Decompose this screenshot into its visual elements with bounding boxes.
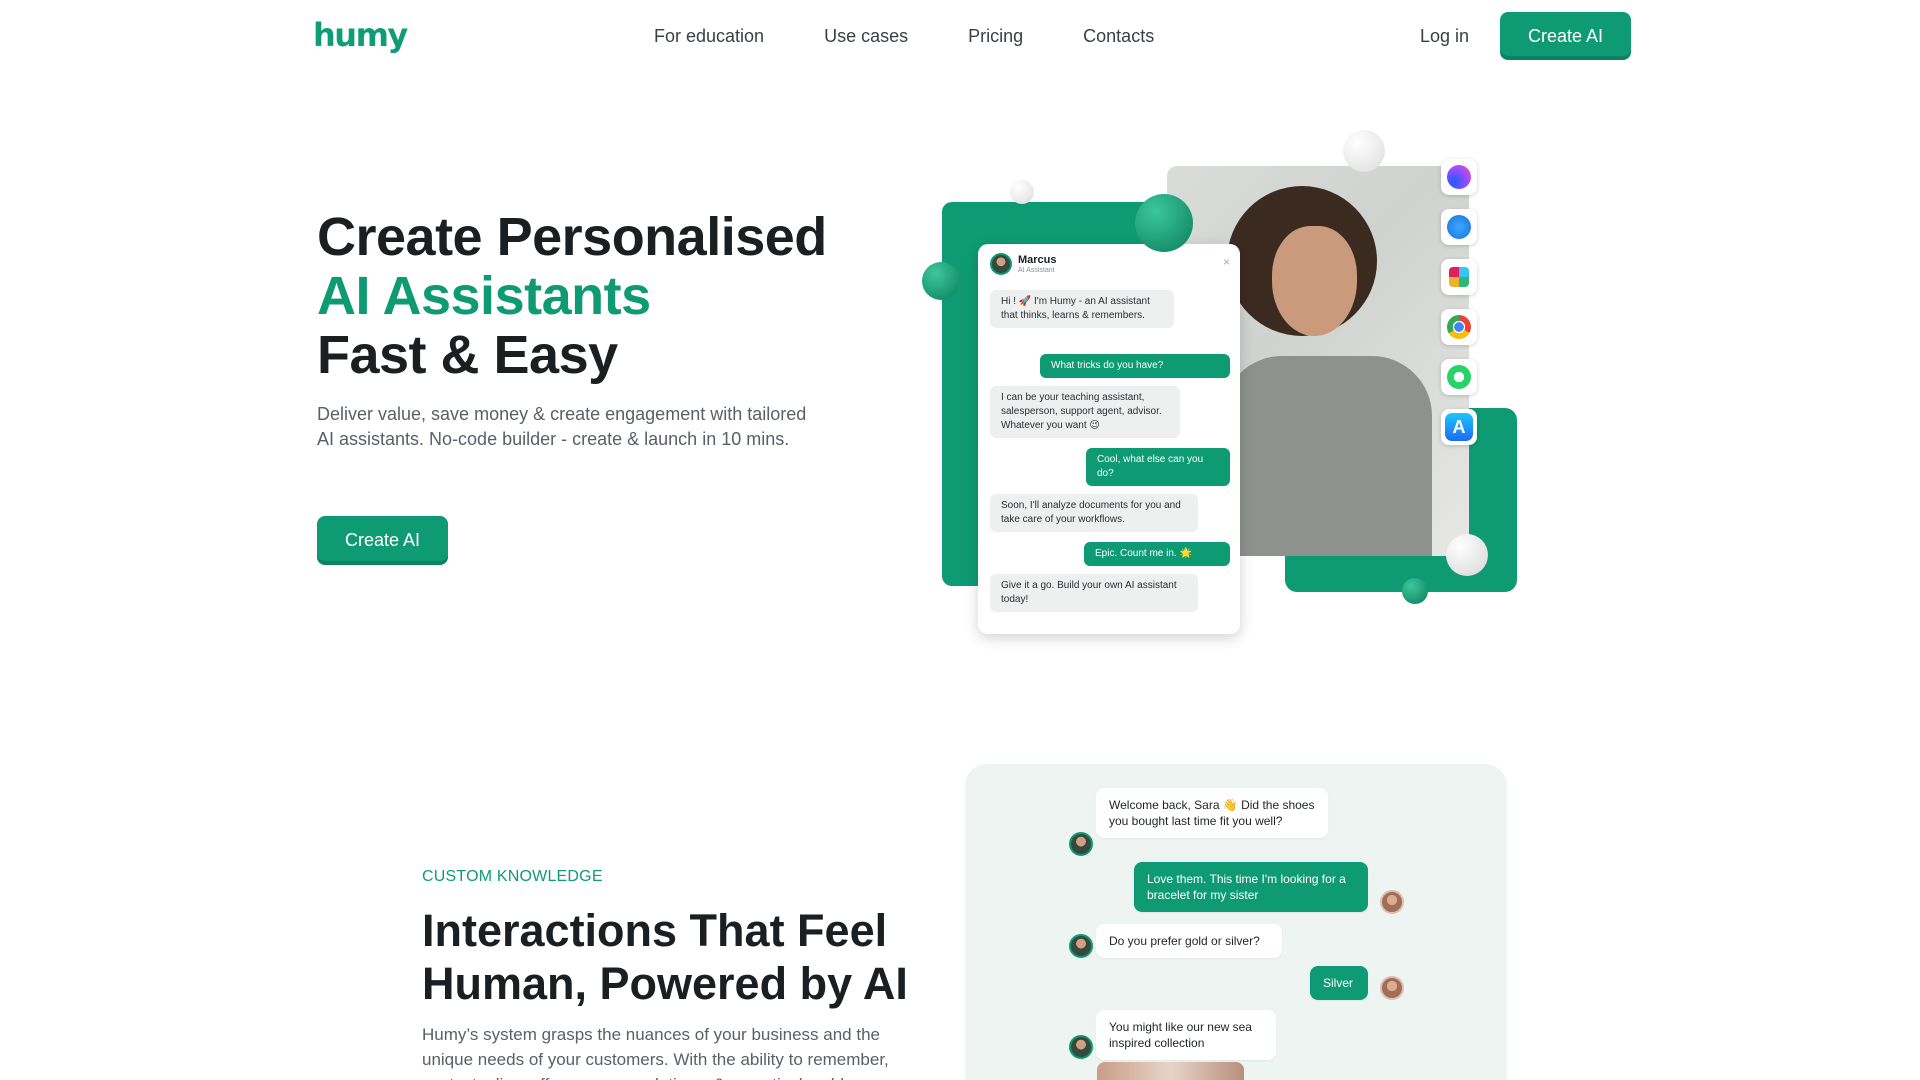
chat-message-user: Epic. Count me in. 🌟 — [1084, 542, 1230, 566]
humy-logo[interactable]: humy — [313, 16, 408, 54]
assistant-role: AI Assistant — [1018, 266, 1055, 274]
decor-sphere-green — [1402, 578, 1428, 604]
chat-message-bot: Give it a go. Build your own AI assistan… — [990, 574, 1198, 612]
section-title: Interactions That Feel Human, Powered by… — [422, 904, 982, 1010]
demo-message-bot: You might like our new sea inspired coll… — [1096, 1010, 1276, 1060]
photo-body — [1222, 356, 1432, 556]
chat-widget-header: Marcus AI Assistant — [990, 253, 1057, 275]
login-link[interactable]: Log in — [1420, 24, 1469, 48]
hero-title-line3: Fast & Easy — [317, 325, 618, 385]
chat-message-user: Cool, what else can you do? — [1086, 448, 1230, 486]
nav-link-use-cases[interactable]: Use cases — [824, 24, 908, 48]
assistant-avatar — [1069, 1035, 1093, 1059]
app-icon-column: A — [1441, 159, 1477, 445]
demo-message-bot: Do you prefer gold or silver? — [1096, 924, 1282, 958]
decor-sphere-white — [1446, 534, 1488, 576]
hero-title-accent: AI Assistants — [317, 266, 651, 326]
customer-avatar — [1380, 890, 1404, 914]
nav-link-for-education[interactable]: For education — [654, 24, 764, 48]
demo-message-user: Silver — [1310, 966, 1368, 1000]
create-ai-hero-button[interactable]: Create AI — [317, 516, 448, 565]
decor-sphere-green — [922, 262, 960, 300]
close-icon[interactable]: × — [1223, 255, 1230, 269]
hero-title-line1: Create Personalised — [317, 207, 827, 267]
nav-links: For education Use cases Pricing Contacts — [654, 24, 1214, 48]
chat-widget: Marcus AI Assistant × Hi ! 🚀 I'm Humy - … — [978, 244, 1240, 634]
chat-message-bot: Soon, I'll analyze documents for you and… — [990, 494, 1198, 532]
safari-icon — [1441, 209, 1477, 245]
chrome-icon — [1441, 309, 1477, 345]
customer-avatar — [1380, 976, 1404, 1000]
assistant-name: Marcus — [1018, 253, 1057, 266]
demo-message-user: Love them. This time I'm looking for a b… — [1134, 862, 1368, 912]
assistant-avatar — [1069, 934, 1093, 958]
chat-message-user: What tricks do you have? — [1040, 354, 1230, 378]
nav-link-contacts[interactable]: Contacts — [1083, 24, 1154, 48]
hero-description: Deliver value, save money & create engag… — [317, 404, 807, 449]
chat-message-bot: I can be your teaching assistant, salesp… — [990, 386, 1180, 438]
section-title-line1: Interactions That Feel — [422, 905, 888, 956]
slack-icon — [1441, 259, 1477, 295]
decor-sphere-white — [1010, 180, 1034, 204]
app-store-icon: A — [1441, 409, 1477, 445]
decor-sphere-white — [1343, 130, 1385, 172]
section-description: Humy’s system grasps the nuances of your… — [422, 1025, 889, 1080]
assistant-avatar — [990, 253, 1012, 275]
section-title-line2: Human, Powered by AI — [422, 958, 908, 1009]
chat-message-bot: Hi ! 🚀 I'm Humy - an AI assistant that t… — [990, 290, 1174, 328]
bracelet-product-image[interactable] — [1097, 1062, 1244, 1080]
demo-message-bot: Welcome back, Sara 👋 Did the shoes you b… — [1096, 788, 1328, 838]
messenger-icon — [1441, 159, 1477, 195]
whatsapp-icon — [1441, 359, 1477, 395]
section-eyebrow: CUSTOM KNOWLEDGE — [422, 868, 603, 885]
decor-sphere-green — [1135, 194, 1193, 252]
assistant-avatar — [1069, 832, 1093, 856]
hero-title: Create Personalised AI Assistants Fast &… — [317, 208, 827, 385]
photo-face — [1272, 226, 1357, 336]
top-nav: humy For education Use cases Pricing Con… — [0, 0, 1920, 72]
create-ai-nav-button[interactable]: Create AI — [1500, 12, 1631, 60]
nav-link-pricing[interactable]: Pricing — [968, 24, 1023, 48]
